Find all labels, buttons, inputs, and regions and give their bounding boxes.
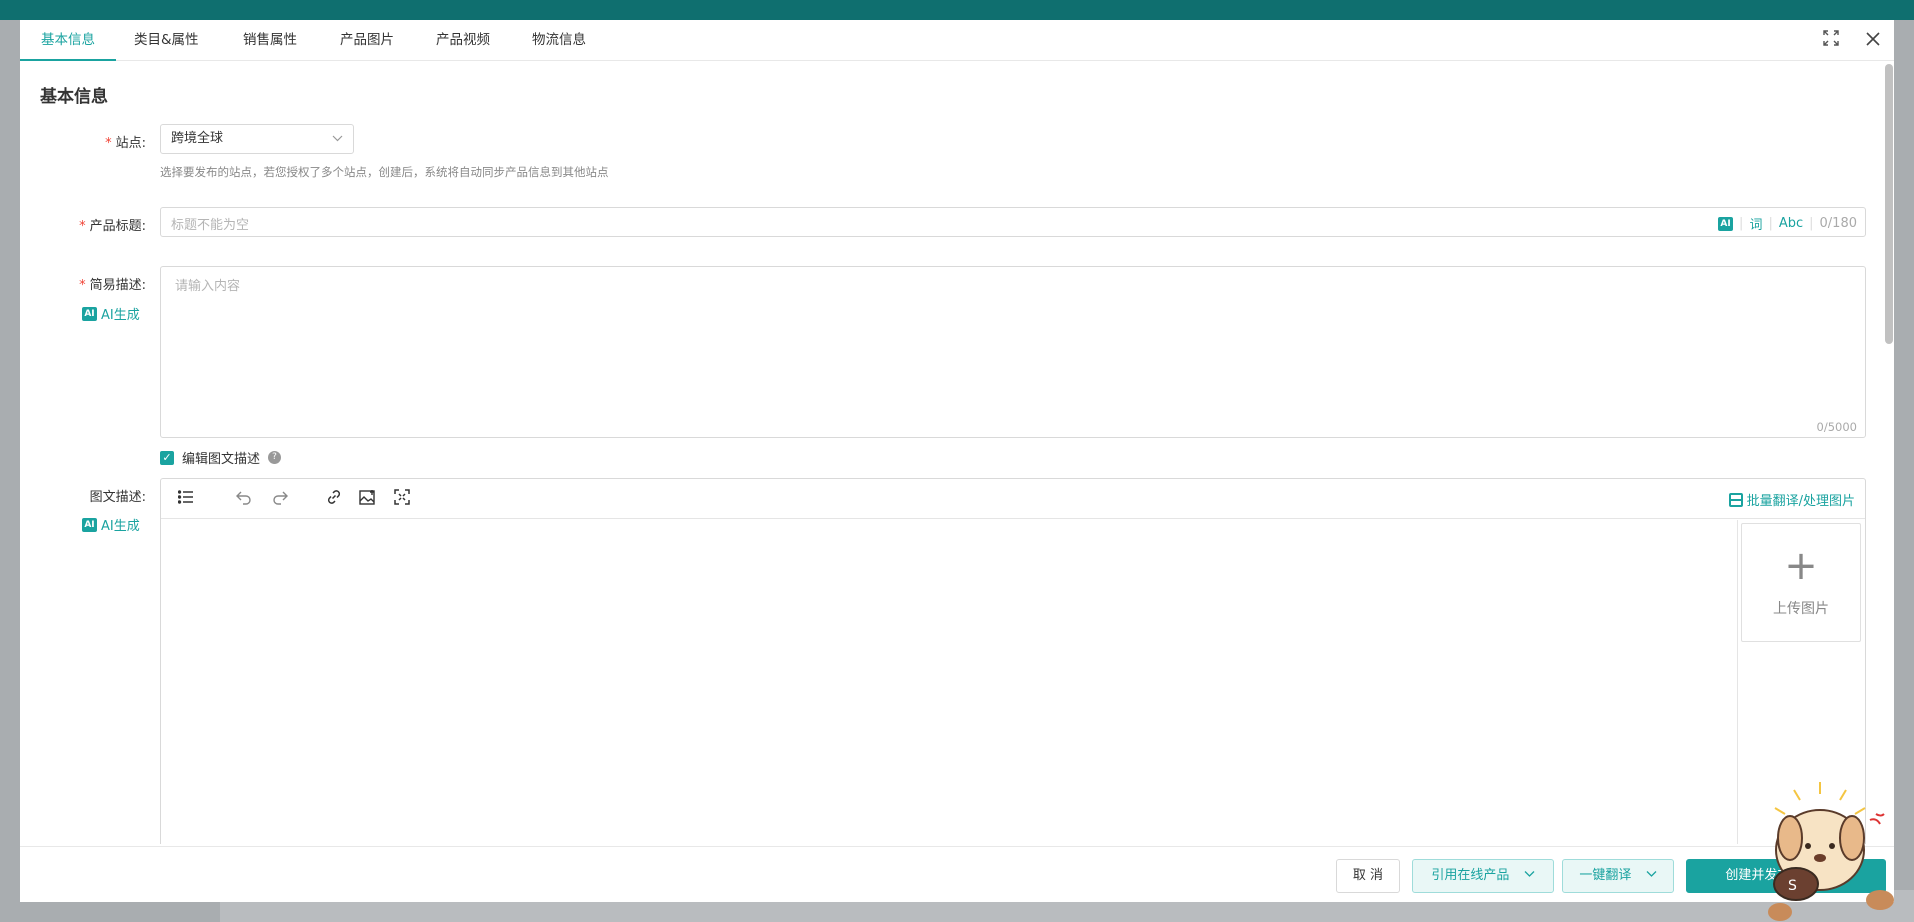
tab-logistics[interactable]: 物流信息 bbox=[532, 20, 586, 61]
fullscreen-icon[interactable] bbox=[1821, 30, 1841, 50]
short-desc-placeholder: 请输入内容 bbox=[175, 279, 241, 294]
chevron-down-icon bbox=[1514, 868, 1535, 883]
plus-icon: + bbox=[1784, 543, 1818, 589]
redo-icon[interactable] bbox=[269, 489, 291, 509]
title-char-count: 0/180 bbox=[1819, 216, 1857, 231]
short-desc-char-count: 0/5000 bbox=[1816, 420, 1857, 434]
tab-basic-info[interactable]: 基本信息 bbox=[20, 20, 116, 61]
close-icon[interactable] bbox=[1863, 30, 1883, 50]
one-click-translate-button[interactable]: 一键翻译 bbox=[1562, 859, 1674, 893]
editor-toolbar: 批量翻译/处理图片 bbox=[161, 479, 1865, 519]
editor-image-panel: + 上传图片 bbox=[1737, 520, 1865, 844]
link-icon[interactable] bbox=[323, 489, 345, 509]
site-select-value: 跨境全球 bbox=[171, 131, 224, 146]
ai-icon[interactable]: AI bbox=[1718, 216, 1734, 231]
create-product-dialog: 基本信息 类目&属性 销售属性 产品图片 产品视频 物流信息 基本信息 * 站点:… bbox=[20, 20, 1894, 902]
undo-icon[interactable] bbox=[233, 489, 255, 509]
batch-translate-button[interactable]: 批量翻译/处理图片 bbox=[1728, 490, 1855, 509]
product-title-placeholder: 标题不能为空 bbox=[171, 218, 250, 233]
site-hint: 选择要发布的站点，若您授权了多个站点，创建后，系统将自动同步产品信息到其他站点 bbox=[160, 165, 609, 179]
rich-text-editor[interactable]: 批量翻译/处理图片 + 上传图片 bbox=[160, 478, 1866, 844]
rich-desc-label: 图文描述: bbox=[89, 490, 146, 505]
create-and-publish-button[interactable]: 创建并发布 完成创建 bbox=[1686, 859, 1886, 893]
product-title-label: * 产品标题: bbox=[79, 219, 146, 234]
short-desc-textarea[interactable]: 请输入内容 0/5000 bbox=[160, 266, 1866, 438]
site-select[interactable]: 跨境全球 bbox=[160, 124, 354, 154]
upload-image-label: 上传图片 bbox=[1773, 601, 1829, 617]
checkbox-checked-icon[interactable]: ✓ bbox=[160, 450, 174, 465]
dialog-footer: 取 消 引用在线产品 一键翻译 创建并发布 完成创建 bbox=[20, 846, 1894, 902]
rich-desc-toggle-label: 编辑图文描述 bbox=[182, 452, 261, 467]
dialog-body[interactable]: 基本信息 * 站点: 跨境全球 选择要发布的站点，若您授权了多个站点，创建后，系统… bbox=[20, 62, 1894, 844]
tab-product-images[interactable]: 产品图片 bbox=[340, 20, 394, 61]
case-button[interactable]: Abc bbox=[1779, 216, 1803, 231]
short-desc-label: * 简易描述: bbox=[79, 278, 146, 293]
section-title: 基本信息 bbox=[40, 87, 108, 107]
tab-product-video[interactable]: 产品视频 bbox=[436, 20, 490, 61]
cancel-button[interactable]: 取 消 bbox=[1336, 859, 1400, 893]
ai-icon: AI bbox=[82, 306, 97, 321]
title-tools: AI | 词 | Abc | 0/180 bbox=[1718, 214, 1857, 233]
image-icon[interactable] bbox=[357, 489, 379, 509]
background-app-header bbox=[0, 0, 1914, 20]
reference-online-product-button[interactable]: 引用在线产品 bbox=[1412, 859, 1554, 893]
rich-desc-ai-generate-button[interactable]: AI AI生成 bbox=[82, 515, 140, 534]
list-icon[interactable] bbox=[175, 489, 197, 509]
upload-image-button[interactable]: + 上传图片 bbox=[1741, 523, 1861, 642]
chevron-down-icon bbox=[1636, 868, 1657, 883]
help-icon[interactable]: ? bbox=[268, 451, 282, 464]
tab-category-attributes[interactable]: 类目&属性 bbox=[134, 20, 199, 61]
ai-icon: AI bbox=[82, 517, 97, 532]
tab-sales-attributes[interactable]: 销售属性 bbox=[243, 20, 297, 61]
product-title-input[interactable]: 标题不能为空 AI | 词 | Abc | 0/180 bbox=[160, 207, 1866, 237]
fullscreen-icon[interactable] bbox=[391, 489, 413, 509]
rich-desc-toggle[interactable]: ✓ 编辑图文描述 ? bbox=[160, 448, 282, 467]
scrollbar[interactable] bbox=[1885, 64, 1893, 344]
chevron-down-icon bbox=[332, 125, 343, 163]
short-desc-ai-generate-button[interactable]: AI AI生成 bbox=[82, 304, 140, 323]
site-label: * 站点: bbox=[105, 136, 146, 151]
batch-icon bbox=[1728, 492, 1743, 507]
keyword-button[interactable]: 词 bbox=[1749, 214, 1762, 233]
tab-bar: 基本信息 类目&属性 销售属性 产品图片 产品视频 物流信息 bbox=[20, 20, 1894, 61]
